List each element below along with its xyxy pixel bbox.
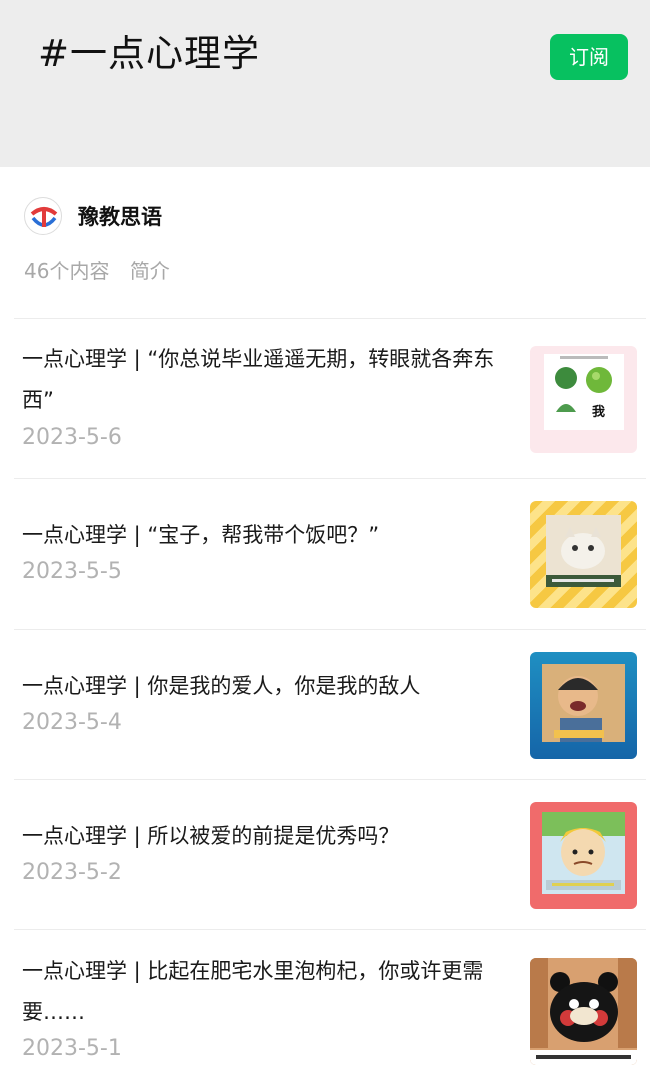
list-item[interactable]: 一点心理学 | “宝子，帮我带个饭吧？” 2023-5-5 (0, 479, 650, 629)
article-date: 2023-5-6 (22, 425, 122, 450)
account-meta: 46个内容 简介 (24, 255, 184, 284)
article-date: 2023-5-1 (22, 1036, 122, 1061)
article-thumbnail[interactable] (530, 802, 637, 909)
list-item[interactable]: 一点心理学 | 所以被爱的前提是优秀吗？ 2023-5-2 (0, 780, 650, 929)
article-thumbnail[interactable] (530, 652, 637, 759)
article-thumbnail[interactable] (530, 958, 637, 1065)
header-bar: #一点心理学 订阅 (0, 0, 650, 167)
article-title[interactable]: 一点心理学 | 所以被爱的前提是优秀吗？ (22, 816, 526, 857)
article-thumbnail[interactable] (530, 501, 637, 608)
article-date: 2023-5-2 (22, 860, 122, 885)
thumb-caption: 我 (592, 404, 605, 420)
article-title[interactable]: 一点心理学 | “你总说毕业遥遥无期，转眼就各奔东西” (22, 339, 526, 421)
article-thumbnail[interactable]: 我 (530, 346, 637, 453)
intro-link[interactable]: 简介 (130, 259, 170, 283)
article-title[interactable]: 一点心理学 | “宝子，帮我带个饭吧？” (22, 515, 526, 556)
avatar[interactable] (24, 197, 62, 235)
account-row[interactable]: 豫教思语 (24, 196, 162, 236)
article-date: 2023-5-5 (22, 559, 122, 584)
article-title[interactable]: 一点心理学 | 你是我的爱人，你是我的敌人 (22, 666, 526, 707)
subscribe-button[interactable]: 订阅 (550, 34, 628, 80)
list-item[interactable]: 一点心理学 | 你是我的爱人，你是我的敌人 2023-5-4 (0, 630, 650, 779)
list-item[interactable]: 一点心理学 | 比起在肥宅水里泡枸杞，你或许更需要…… 2023-5-1 (0, 930, 650, 1085)
content-count: 46个内容 (24, 259, 110, 283)
account-name[interactable]: 豫教思语 (78, 201, 162, 231)
page-title: #一点心理学 (38, 32, 261, 75)
list-item[interactable]: 一点心理学 | “你总说毕业遥遥无期，转眼就各奔东西” 2023-5-6 我 (0, 319, 650, 478)
article-title[interactable]: 一点心理学 | 比起在肥宅水里泡枸杞，你或许更需要…… (22, 951, 526, 1033)
article-date: 2023-5-4 (22, 710, 122, 735)
